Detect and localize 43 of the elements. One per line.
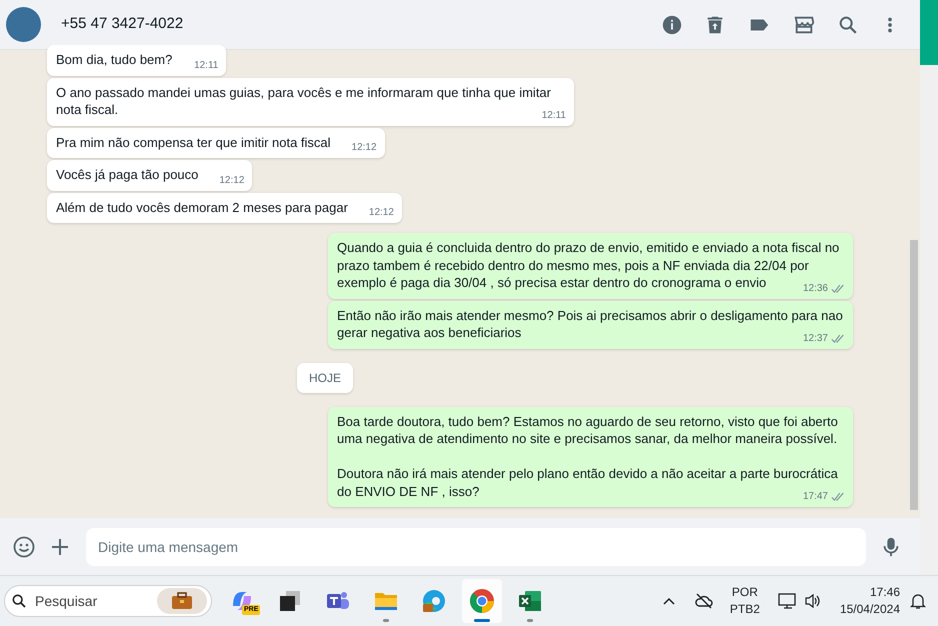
message-input[interactable]: Digite uma mensagem (86, 528, 866, 566)
outgoing-message: Quando a guia é concluida dentro do prazo de envio, emitido e enviado a nota fiscal no prazo tambem é recebido dentro do mesmo mes, pois a NF enviada dia 22/04 por exemplo é paga dia 30/04 , só precisa estar dentro do cronograma o envio 12:36 (328, 233, 853, 298)
chat-scrollbar[interactable] (910, 240, 918, 510)
incoming-message: Além de tudo vocês demoram 2 meses para pagar 12:12 (47, 192, 402, 223)
incoming-message: Bom dia, tudo bem? 12:11 (47, 45, 226, 76)
running-indicator (527, 619, 533, 622)
message-time: 12:11 (194, 60, 218, 72)
system-clock[interactable]: 17:46 15/04/2024 (840, 584, 900, 618)
incoming-message: O ano passado mandei umas guias, para vocês e me informaram que tinha que imitar nota fiscal. 12:11 (47, 78, 574, 126)
cloud-off-icon[interactable] (694, 593, 714, 609)
message-time: 12:37 (802, 332, 845, 344)
bell-icon[interactable] (910, 592, 926, 610)
monitor-icon[interactable] (778, 592, 798, 610)
search-input[interactable]: Pesquisar (35, 590, 145, 612)
incoming-message: Pra mim não compensa ter que imitir nota fiscal 12:12 (47, 128, 385, 158)
message-time: 12:11 (542, 110, 566, 122)
language-indicator[interactable]: POR PTB2 (730, 584, 760, 618)
taskview-icon (278, 589, 302, 613)
message-time: 12:12 (368, 207, 394, 219)
message-time: 12:36 (802, 282, 845, 294)
info-icon[interactable] (661, 14, 683, 36)
message-time: 17:47 (802, 491, 845, 503)
message-time: 12:12 (219, 174, 244, 186)
search-icon (11, 593, 27, 609)
running-indicator (383, 619, 389, 622)
search-icon[interactable] (837, 14, 859, 36)
contact-avatar[interactable] (6, 7, 41, 42)
excel-icon (517, 589, 543, 613)
message-time: 12:12 (352, 142, 377, 154)
edge-icon (421, 588, 447, 614)
plus-icon[interactable] (50, 536, 70, 556)
outgoing-message: Boa tarde doutora, tudo bem? Estamos no aguardo de seu retorno, visto que foi aberto uma negativa de atendimento no site e precisamos sanar, da melhor maneira possível. Doutora não irá mais atender pelo plano então devido a não aceitar a parte burocrática do ENVIO DE NF , isso? 17:47 (328, 406, 853, 507)
contact-name: +55 47 3427-4022 (61, 14, 184, 34)
emoji-icon[interactable] (12, 534, 36, 558)
speaker-icon[interactable] (804, 592, 822, 610)
chrome-icon (469, 588, 495, 614)
briefcase-icon[interactable] (157, 588, 207, 614)
page-scrollbar-thumb[interactable] (920, 0, 938, 65)
taskbar-search-field[interactable]: Pesquisar (4, 585, 212, 617)
microphone-icon[interactable] (882, 536, 900, 558)
incoming-message: Vocês já paga tão pouco 12:12 (47, 160, 252, 190)
running-indicator (474, 619, 490, 622)
outgoing-message: Então não irão mais atender mesmo? Pois ai precisamos abrir o desligamento para nao gerar negativa aos beneficiarios 12:37 (328, 300, 853, 348)
